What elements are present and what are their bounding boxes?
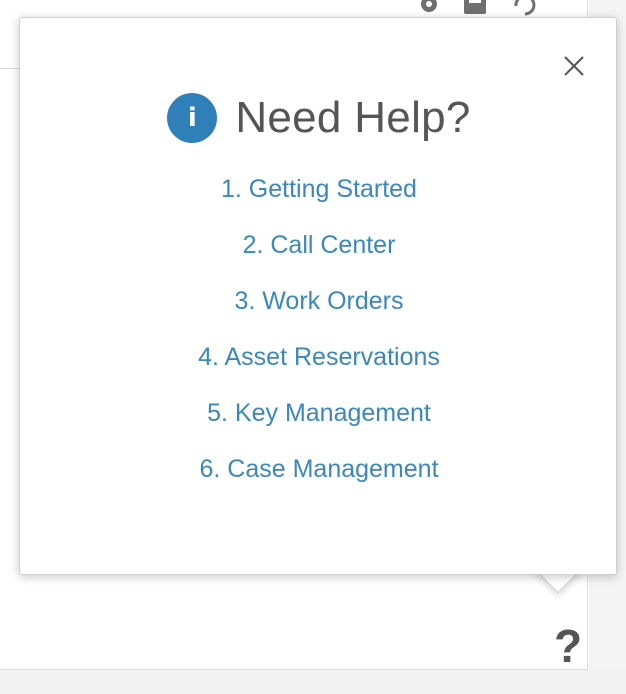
help-button[interactable]: ? — [552, 622, 584, 670]
list-item: 1. Getting Started — [20, 174, 618, 230]
help-link-getting-started[interactable]: 1. Getting Started — [221, 174, 417, 204]
close-button[interactable] — [560, 52, 588, 80]
popover-title: Need Help? — [235, 93, 471, 142]
list-item: 6. Case Management — [20, 454, 618, 510]
help-link-key-management[interactable]: 5. Key Management — [207, 398, 431, 428]
refresh-icon[interactable] — [512, 0, 538, 16]
bottom-gutter — [0, 670, 626, 694]
header-divider — [0, 68, 20, 69]
help-link-case-management[interactable]: 6. Case Management — [199, 454, 438, 484]
help-popover: i Need Help? 1. Getting Started 2. Call … — [19, 17, 617, 575]
help-link-work-orders[interactable]: 3. Work Orders — [234, 286, 403, 316]
close-icon — [564, 56, 584, 76]
info-icon: i — [167, 93, 218, 143]
help-links-list: 1. Getting Started 2. Call Center 3. Wor… — [20, 174, 618, 510]
help-link-asset-reservations[interactable]: 4. Asset Reservations — [198, 342, 440, 372]
save-icon[interactable] — [462, 0, 488, 16]
list-item: 5. Key Management — [20, 398, 618, 454]
popover-header: i Need Help? — [20, 91, 618, 145]
list-item: 3. Work Orders — [20, 286, 618, 342]
help-link-call-center[interactable]: 2. Call Center — [243, 230, 396, 260]
list-item: 4. Asset Reservations — [20, 342, 618, 398]
gear-icon[interactable] — [416, 0, 442, 16]
list-item: 2. Call Center — [20, 230, 618, 286]
popover-arrow-cover — [540, 538, 616, 574]
